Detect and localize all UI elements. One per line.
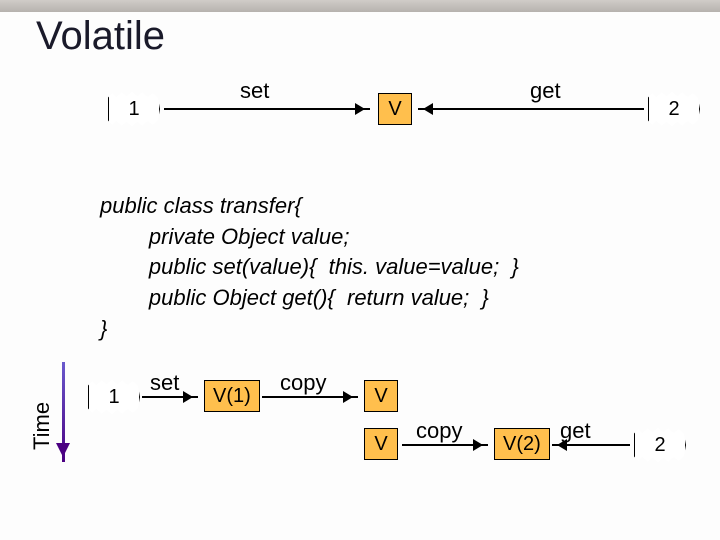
code-line-4: public Object get(){ return value; }	[100, 285, 489, 310]
slide-top-accent	[0, 0, 720, 12]
code-line-2: private Object value;	[100, 224, 349, 249]
arrow-set-row1	[164, 108, 370, 110]
arrow-set-row2	[142, 396, 198, 398]
var-v-row2b: V	[364, 428, 398, 460]
var-v-text-row2a: V	[374, 385, 387, 408]
arrow-copy-row2a	[262, 396, 358, 398]
var-v-text-row1: V	[388, 98, 401, 121]
thread-2-label-b: 2	[654, 434, 665, 457]
thread-1-star-b: 1	[88, 378, 140, 416]
thread-2-star-b: 2	[634, 426, 686, 464]
time-axis-label: Time	[29, 402, 55, 450]
arrow-get-row1	[418, 108, 644, 110]
var-v2-text: V(2)	[503, 433, 541, 456]
op-copy-label-row2a: copy	[280, 370, 326, 396]
code-line-3: public set(value){ this. value=value; }	[100, 254, 519, 279]
arrow-get-row2b	[552, 444, 630, 446]
arrow-copy-row2b	[402, 444, 488, 446]
thread-2-star: 2	[648, 90, 700, 128]
code-line-1: public class transfer{	[100, 193, 302, 218]
op-set-label-row1: set	[240, 78, 269, 104]
op-set-label-row2: set	[150, 370, 179, 396]
code-line-5: }	[100, 316, 107, 341]
time-axis	[62, 362, 65, 462]
var-v-row1: V	[378, 93, 412, 125]
thread-1-label-b: 1	[108, 386, 119, 409]
var-v1-text: V(1)	[213, 385, 251, 408]
slide: Volatile 1 set V get 2 public class tran…	[0, 0, 720, 540]
thread-1-star: 1	[108, 90, 160, 128]
op-get-label-row1: get	[530, 78, 561, 104]
var-v2-box: V(2)	[494, 428, 550, 460]
page-title: Volatile	[36, 14, 165, 59]
thread-1-label: 1	[128, 98, 139, 121]
var-v1-box: V(1)	[204, 380, 260, 412]
var-v-row2a: V	[364, 380, 398, 412]
code-block: public class transfer{ private Object va…	[100, 160, 519, 345]
thread-2-label: 2	[668, 98, 679, 121]
var-v-text-row2b: V	[374, 433, 387, 456]
op-copy-label-row2b: copy	[416, 418, 462, 444]
